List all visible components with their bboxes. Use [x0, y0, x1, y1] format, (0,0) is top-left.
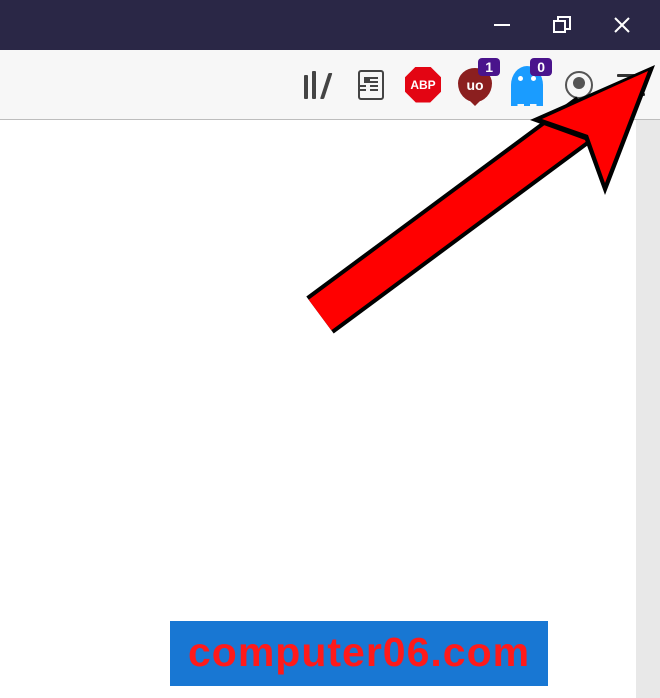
browser-toolbar: ABP uo 1 0: [0, 50, 660, 120]
adblock-icon: ABP: [405, 67, 441, 103]
ublock-button[interactable]: uo 1: [452, 62, 498, 108]
hamburger-icon: [617, 74, 645, 96]
restore-button[interactable]: [532, 0, 592, 50]
ghostery-button[interactable]: 0: [504, 62, 550, 108]
minimize-icon: [494, 24, 510, 26]
content-area: [0, 120, 660, 698]
minimize-button[interactable]: [472, 0, 532, 50]
window-titlebar: [0, 0, 660, 50]
library-icon: [304, 71, 334, 99]
close-icon: [613, 16, 631, 34]
vertical-scrollbar[interactable]: [636, 120, 660, 698]
restore-icon: [553, 16, 571, 34]
ghostery-badge: 0: [530, 58, 552, 76]
reader-icon: [358, 70, 384, 100]
close-button[interactable]: [592, 0, 652, 50]
adblock-plus-button[interactable]: ABP: [400, 62, 446, 108]
watermark: computer06.com: [170, 621, 548, 686]
ublock-badge: 1: [478, 58, 500, 76]
reader-view-button[interactable]: [348, 62, 394, 108]
library-button[interactable]: [296, 62, 342, 108]
profile-button[interactable]: [556, 62, 602, 108]
menu-button[interactable]: [608, 62, 654, 108]
profile-icon: [565, 71, 593, 99]
